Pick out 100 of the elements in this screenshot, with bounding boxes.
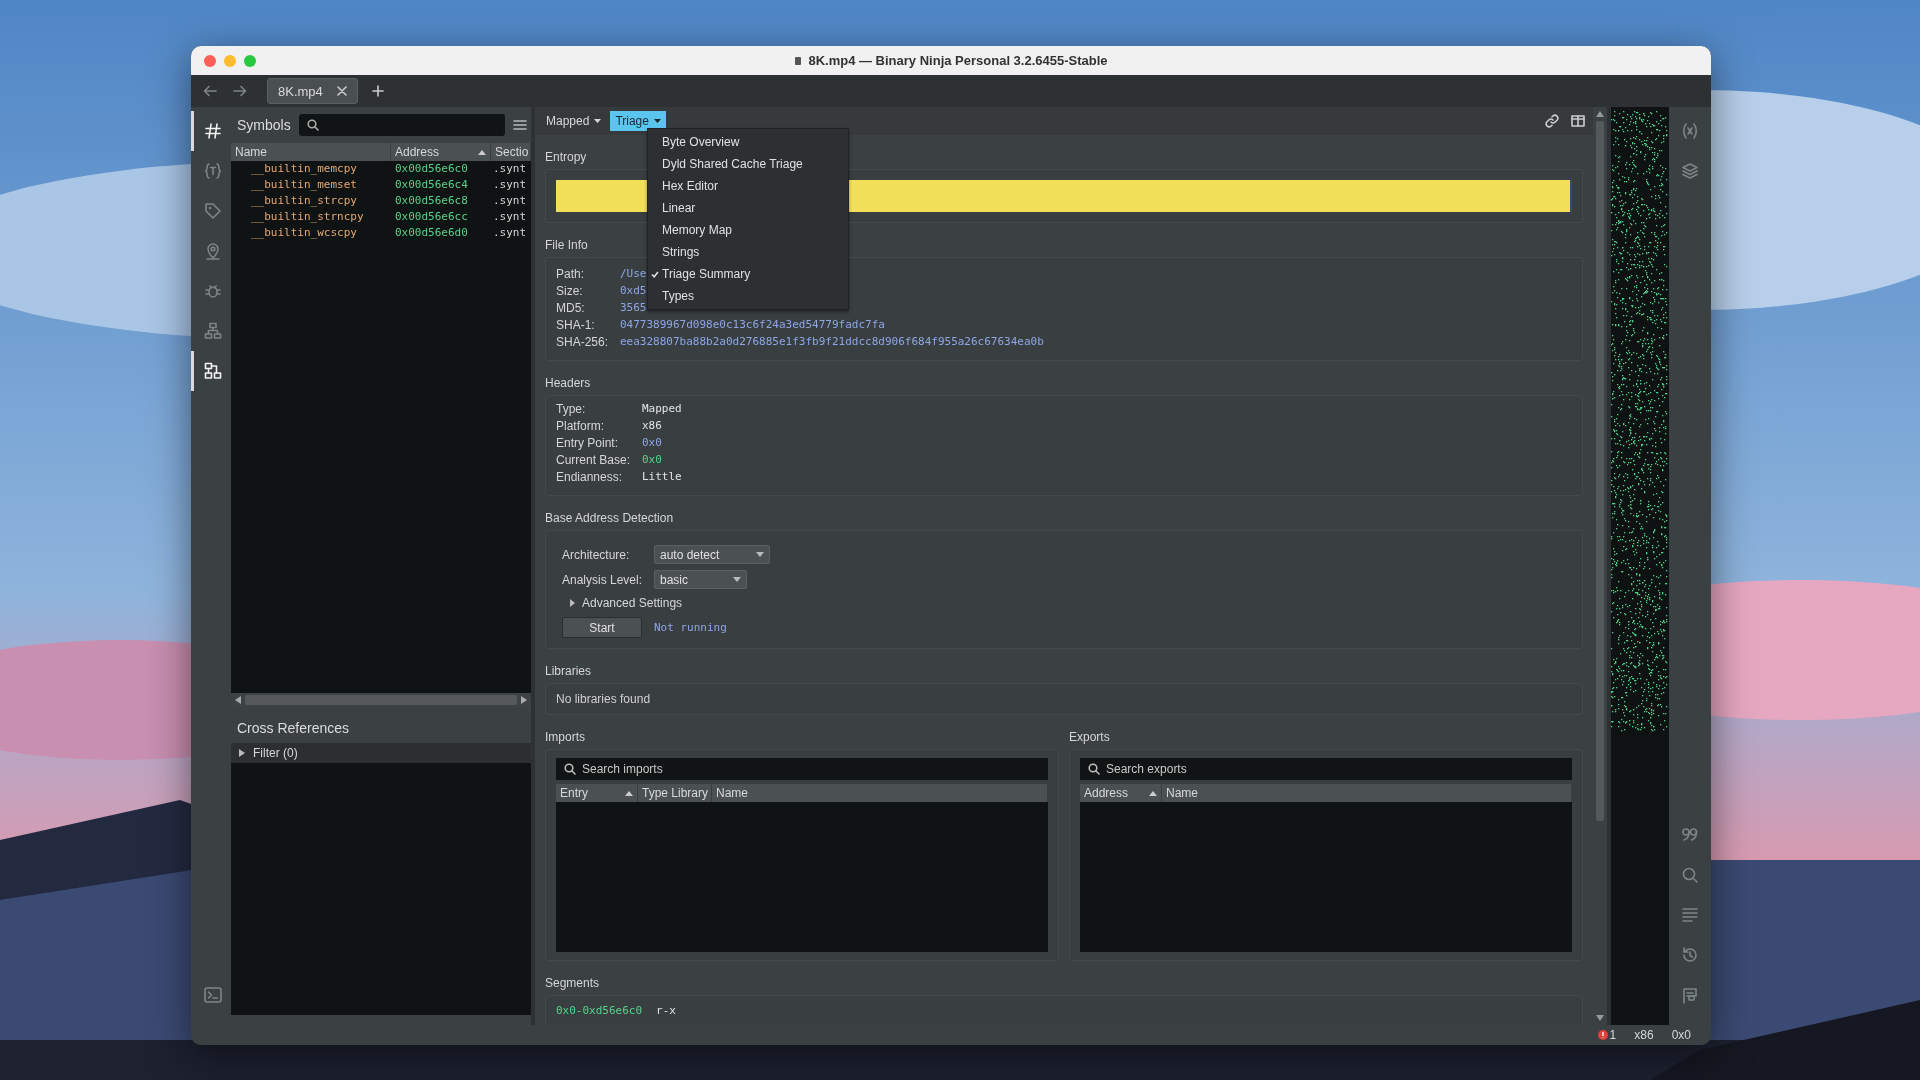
tag-icon[interactable] <box>203 202 222 220</box>
status-text: Not running <box>654 621 727 634</box>
error-count[interactable]: 1 <box>1597 1028 1617 1042</box>
table-cell-text: .synt <box>492 225 528 241</box>
segment-range: 0x0-0xd56e6c0 <box>556 1004 643 1017</box>
scroll-left-icon[interactable] <box>235 696 241 704</box>
terminal-icon[interactable] <box>203 987 222 1003</box>
table-cell-text: .synt <box>492 193 528 209</box>
split-view-icon[interactable] <box>1571 115 1585 127</box>
table-cell-text: .synt <box>492 209 528 225</box>
zoom-button[interactable] <box>244 54 256 67</box>
scroll-down-icon[interactable] <box>1596 1015 1604 1021</box>
hash-icon[interactable] <box>203 122 222 140</box>
column-header[interactable]: Name <box>712 784 1048 802</box>
layers-icon[interactable] <box>1681 162 1699 180</box>
column-header[interactable]: Address <box>391 143 491 161</box>
scroll-right-icon[interactable] <box>521 696 527 704</box>
field-value: 0477389967d098e0c13c6f24a3ed54779fadc7fa <box>620 317 885 333</box>
filter-row[interactable]: Filter (0) <box>231 743 531 763</box>
back-arrow-icon[interactable] <box>203 85 217 97</box>
caret-icon <box>756 552 764 557</box>
column-header[interactable]: Entry <box>556 784 638 802</box>
view-dropdown[interactable]: Triage <box>610 111 666 131</box>
table-cell-text: 0x00d56e6c4 <box>394 177 469 193</box>
minimize-button[interactable] <box>224 54 236 67</box>
location-pin-icon[interactable] <box>203 242 222 260</box>
section-title: File Info <box>545 237 588 254</box>
field-label: SHA-1: <box>556 317 595 333</box>
dropdown[interactable]: basic <box>654 570 747 589</box>
field-value: Little <box>642 469 682 485</box>
forward-arrow-icon[interactable] <box>233 85 247 97</box>
view-dropdown[interactable]: Mapped <box>541 111 607 131</box>
field-label: Entry Point: <box>556 435 619 451</box>
horizontal-scrollbar[interactable] <box>231 693 531 707</box>
add-tab-icon[interactable] <box>371 85 384 97</box>
section-title: Libraries <box>545 663 592 680</box>
field-value: eea328807ba88b2a0d276885e1f3fb9f21ddcc8d906f684f955a26c67634ea0b <box>620 334 1044 350</box>
table-cell-text: __builtin_memset <box>250 177 358 193</box>
search-field[interactable]: Search imports <box>556 758 1048 780</box>
section-title: Exports <box>1069 729 1110 746</box>
field-label: Path: <box>556 266 585 282</box>
diagram-icon[interactable] <box>203 362 222 380</box>
variable-icon[interactable] <box>1681 122 1699 140</box>
column-header[interactable]: Type Library <box>638 784 712 802</box>
field-value: 0x0 <box>642 435 662 451</box>
scroll-up-icon[interactable] <box>1596 111 1604 117</box>
menu-item[interactable]: Hex Editor <box>648 175 848 197</box>
error-icon <box>1597 1030 1608 1040</box>
architecture-label[interactable]: x86 <box>1634 1028 1654 1042</box>
menu-item[interactable]: Strings <box>648 241 848 263</box>
menu-item[interactable]: Triage Summary <box>648 263 848 285</box>
type-braces-icon[interactable] <box>203 162 222 180</box>
dropdown[interactable]: auto detect <box>654 545 770 564</box>
hierarchy-icon[interactable] <box>203 322 222 340</box>
field-label: Type: <box>556 401 586 417</box>
table-cell-text: __builtin_wcscpy <box>250 225 358 241</box>
caret-icon <box>733 577 741 582</box>
field-value: x86 <box>642 418 662 434</box>
disclosure-toggle[interactable]: Advanced Settings <box>570 595 1566 611</box>
flag-icon[interactable] <box>1681 986 1699 1004</box>
field-label: MD5: <box>556 300 585 316</box>
section-title: Entropy <box>545 149 587 166</box>
column-header[interactable]: Address <box>1080 784 1162 802</box>
search-icon <box>306 119 319 131</box>
collapsed-triangle-icon[interactable] <box>239 749 245 757</box>
menu-item[interactable]: Linear <box>648 197 848 219</box>
close-icon[interactable] <box>336 86 347 96</box>
caret-icon <box>594 119 602 123</box>
link-icon[interactable] <box>1545 114 1559 128</box>
bug-icon[interactable] <box>203 282 222 300</box>
section-title: Headers <box>545 375 591 392</box>
address-label[interactable]: 0x0 <box>1671 1028 1691 1042</box>
search-field[interactable]: Search exports <box>1080 758 1572 780</box>
menu-item[interactable]: Dyld Shared Cache Triage <box>648 153 848 175</box>
column-header[interactable]: Name <box>231 143 391 161</box>
search-icon[interactable] <box>1681 866 1699 884</box>
field-value: 3565 <box>620 300 647 316</box>
menu-item[interactable]: Memory Map <box>648 219 848 241</box>
search-field[interactable] <box>298 114 505 136</box>
search-icon <box>564 763 576 775</box>
table-cell-text: .synt <box>492 161 528 177</box>
menu-item[interactable]: Byte Overview <box>648 131 848 153</box>
text-lines-icon[interactable] <box>1681 906 1699 924</box>
table-cell-text: __builtin_strcpy <box>250 193 358 209</box>
column-header[interactable]: Name <box>1162 784 1572 802</box>
field-label: Current Base: <box>556 452 631 468</box>
quote-icon[interactable] <box>1681 826 1699 844</box>
menu-icon[interactable] <box>513 119 527 131</box>
window-title: 8K.mp4 — Binary Ninja Personal 3.2.6455-Stable <box>808 53 1108 68</box>
start-button[interactable]: Start <box>562 617 642 638</box>
history-icon[interactable] <box>1681 946 1699 964</box>
field-value: /Use <box>620 266 647 282</box>
file-tab[interactable]: 8K.mp4 <box>267 78 358 104</box>
close-button[interactable] <box>204 54 216 67</box>
field-label: Analysis Level: <box>562 572 644 587</box>
empty-message: No libraries found <box>556 692 652 706</box>
panel-title: Symbols <box>237 117 291 133</box>
menu-item[interactable]: Types <box>648 285 848 307</box>
field-value: 0xd5 <box>620 283 647 299</box>
field-label: Architecture: <box>562 547 631 562</box>
